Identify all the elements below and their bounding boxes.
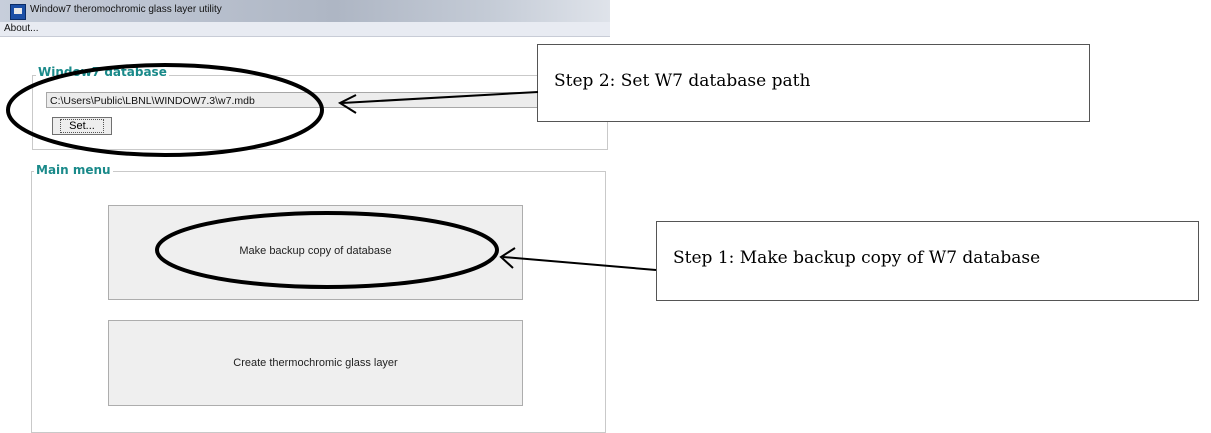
menu-item-about[interactable]: About...	[4, 23, 38, 34]
set-button-label: Set...	[60, 119, 104, 133]
create-thermochromic-layer-button[interactable]: Create thermochromic glass layer	[108, 320, 523, 406]
step2-callout: Step 2: Set W7 database path	[537, 44, 1090, 122]
title-bar: Window7 theromochromic glass layer utili…	[0, 0, 610, 22]
database-group	[32, 75, 608, 150]
step1-callout: Step 1: Make backup copy of W7 database	[656, 221, 1199, 301]
backup-database-button[interactable]: Make backup copy of database	[108, 205, 523, 300]
set-path-button[interactable]: Set...	[52, 117, 112, 135]
menu-bar: About...	[0, 22, 610, 37]
database-path-field[interactable]: C:\Users\Public\LBNL\WINDOW7.3\w7.mdb	[46, 92, 606, 108]
database-group-label: Window7 database	[36, 65, 169, 79]
app-icon	[10, 4, 26, 20]
window-title: Window7 theromochromic glass layer utili…	[30, 4, 222, 15]
main-menu-group-label: Main menu	[34, 163, 113, 177]
